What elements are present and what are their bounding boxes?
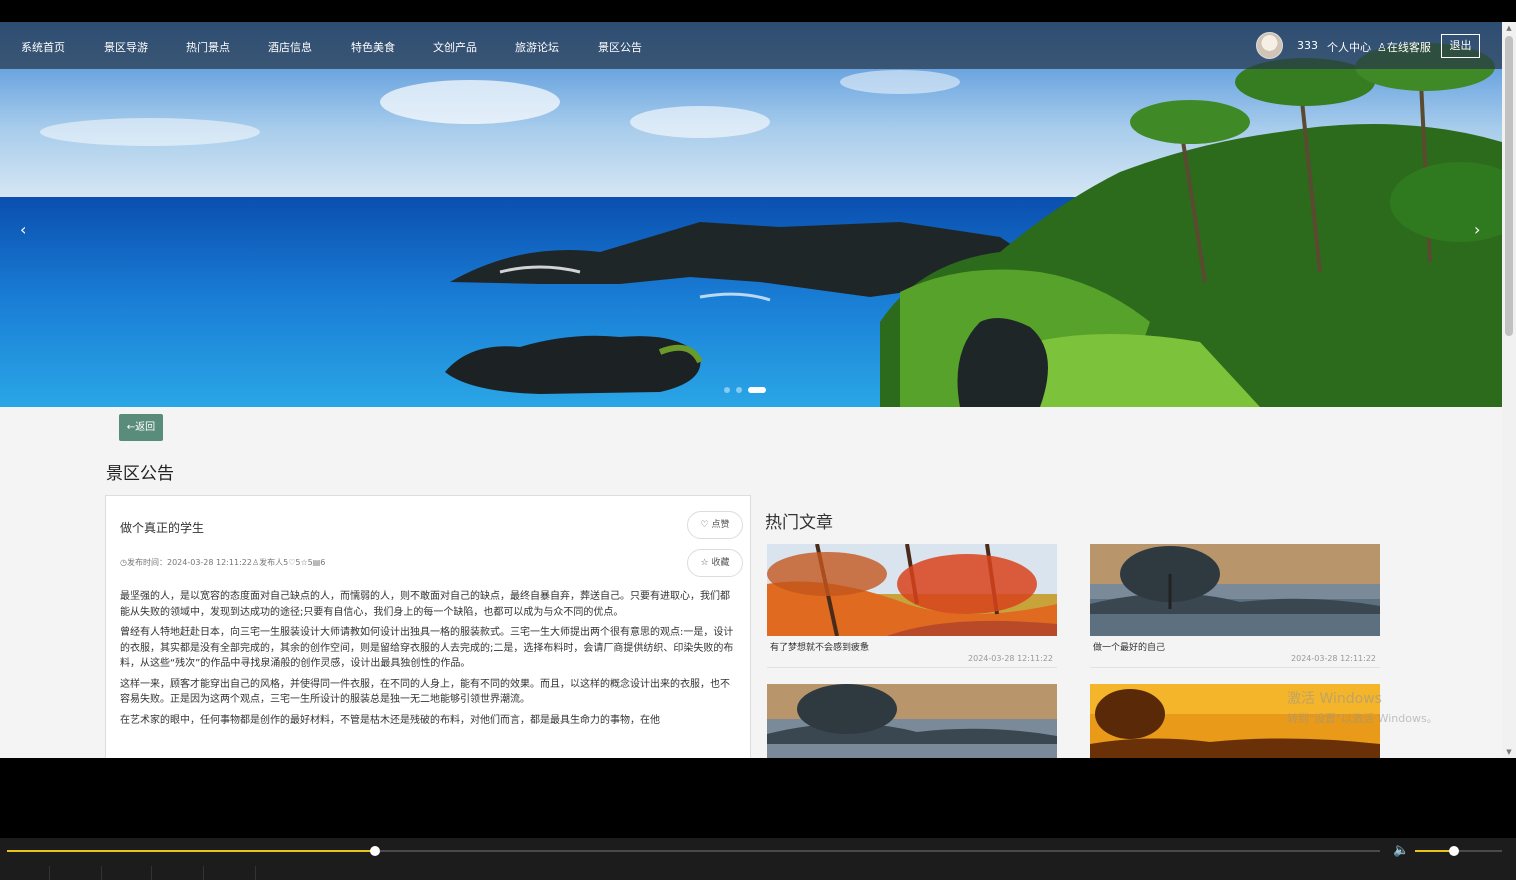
article-meta: ◷发布时间：2024-03-28 12:11:22♙发布人5♡5☆5▤6 <box>120 558 326 567</box>
card-date: 2024-03-28 12:11:22 <box>1291 654 1376 663</box>
favorite-button[interactable]: ☆ 收藏 <box>687 549 743 577</box>
media-player-bar: 🔈 <box>0 838 1516 880</box>
activation-watermark-hint: 转到"设置"以激活 Windows。 <box>1287 712 1438 725</box>
user-icon: ♙ <box>1377 41 1387 54</box>
nav-item-home[interactable]: 系统首页 <box>21 39 65 55</box>
toolbar-segment[interactable] <box>0 866 50 880</box>
card-image[interactable] <box>1090 544 1380 636</box>
card-image[interactable] <box>767 544 1057 636</box>
seek-handle[interactable] <box>369 846 380 856</box>
page-title: 景区公告 <box>106 464 174 484</box>
activation-watermark: 激活 Windows <box>1287 691 1382 707</box>
username: 333 <box>1297 39 1318 52</box>
article-panel: 做个真正的学生 ◷发布时间：2024-03-28 12:11:22♙发布人5♡5… <box>105 495 751 758</box>
nav-item-attractions[interactable]: 热门景点 <box>186 39 230 55</box>
banner-image <box>0 22 1502 407</box>
logout-button[interactable]: 退出 <box>1441 34 1480 58</box>
top-navigation: 系统首页 景区导游 热门景点 酒店信息 特色美食 文创产品 旅游论坛 景区公告 … <box>0 22 1502 69</box>
card-date: 2024-03-28 12:11:22 <box>968 654 1053 663</box>
card-caption[interactable]: 做一个最好的自己 <box>1090 640 1380 653</box>
article-paragraph: 这样一来，顾客才能穿出自己的风格，并使得同一件衣服，在不同的人身上，能有不同的效… <box>120 678 730 706</box>
page-scrollbar[interactable]: ▲ ▼ <box>1502 22 1516 758</box>
carousel-indicators <box>724 387 766 393</box>
nav-item-food[interactable]: 特色美食 <box>351 39 395 55</box>
article-paragraph: 曾经有人特地赶赴日本，向三宅一生服装设计大师请教如何设计出独具一格的服装款式。三… <box>120 627 734 669</box>
nav-item-notices[interactable]: 景区公告 <box>598 39 642 55</box>
hot-article-card[interactable] <box>767 684 1057 758</box>
online-service-link[interactable]: ♙在线客服 <box>1377 39 1431 55</box>
back-button[interactable]: ←返回 <box>119 414 163 441</box>
volume-slider[interactable] <box>1415 846 1502 856</box>
carousel-prev-button[interactable]: ‹ <box>20 220 26 239</box>
seek-progress <box>7 850 375 852</box>
toolbar-segment[interactable] <box>50 866 102 880</box>
scroll-down-icon[interactable]: ▼ <box>1505 748 1513 756</box>
seek-bar[interactable] <box>7 846 1380 856</box>
nav-item-hotels[interactable]: 酒店信息 <box>268 39 312 55</box>
divider <box>767 667 1057 668</box>
scroll-up-icon[interactable]: ▲ <box>1505 24 1513 32</box>
avatar[interactable] <box>1256 32 1283 59</box>
carousel-dot[interactable] <box>736 387 742 393</box>
banner-carousel[interactable]: ‹ › <box>0 22 1502 407</box>
hot-article-card[interactable]: 有了梦想就不会感到疲惫 2024-03-28 12:11:22 <box>767 544 1057 668</box>
browser-viewport: ‹ › 系统首页 景区导游 热门景点 酒店信息 特色美食 文创产品 旅游论坛 景… <box>0 22 1502 758</box>
carousel-dot[interactable] <box>724 387 730 393</box>
toolbar-segment[interactable] <box>204 866 256 880</box>
personal-center-link[interactable]: 个人中心 <box>1327 39 1371 55</box>
divider <box>1090 667 1380 668</box>
nav-item-forum[interactable]: 旅游论坛 <box>515 39 559 55</box>
like-button[interactable]: ♡ 点赞 <box>687 511 743 539</box>
card-image[interactable] <box>767 684 1057 758</box>
nav-item-products[interactable]: 文创产品 <box>433 39 477 55</box>
toolbar-segment[interactable] <box>102 866 152 880</box>
article-paragraph: 在艺术家的眼中，任何事物都是创作的最好材料，不管是枯木还是残破的布料，对他们而言… <box>120 714 660 726</box>
toolbar-segment[interactable] <box>152 866 204 880</box>
nav-item-guide[interactable]: 景区导游 <box>104 39 148 55</box>
volume-icon[interactable]: 🔈 <box>1393 843 1409 858</box>
article-title: 做个真正的学生 <box>120 521 205 535</box>
article-body: 最坚强的人，是以宽容的态度面对自己缺点的人，而懦弱的人，则不敢面对自己的缺点，最… <box>120 589 738 733</box>
article-paragraph: 最坚强的人，是以宽容的态度面对自己缺点的人，而懦弱的人，则不敢面对自己的缺点，最… <box>120 591 730 618</box>
hot-articles-title: 热门文章 <box>765 513 833 533</box>
carousel-dot-active[interactable] <box>748 387 766 393</box>
volume-handle[interactable] <box>1449 846 1460 856</box>
scrollbar-thumb[interactable] <box>1505 36 1513 336</box>
card-caption[interactable]: 有了梦想就不会感到疲惫 <box>767 640 1057 653</box>
online-service-label: 在线客服 <box>1386 41 1431 54</box>
carousel-next-button[interactable]: › <box>1474 220 1480 239</box>
hot-article-card[interactable]: 做一个最好的自己 2024-03-28 12:11:22 <box>1090 544 1380 668</box>
